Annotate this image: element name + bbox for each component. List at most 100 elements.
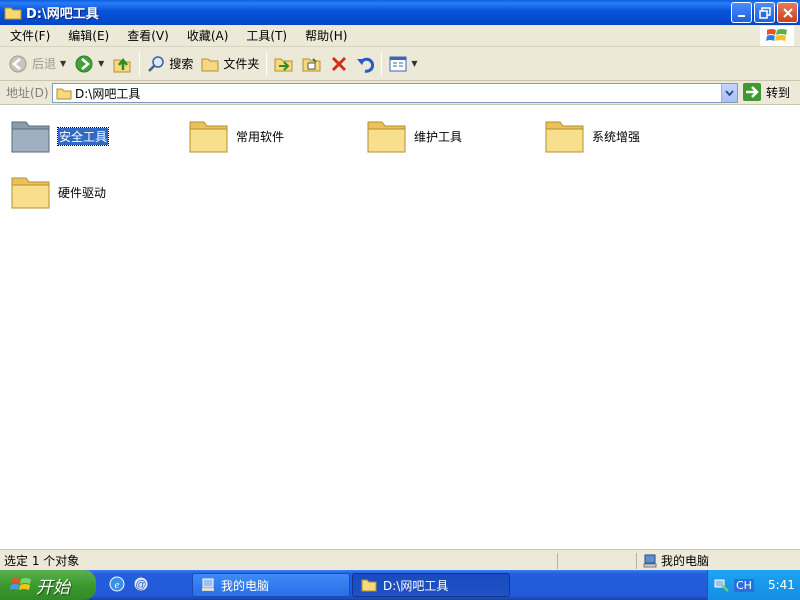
forward-arrow-icon bbox=[75, 55, 93, 72]
status-location: 我的电脑 bbox=[643, 552, 709, 569]
close-icon bbox=[782, 7, 793, 18]
menu-tools[interactable]: 工具(T) bbox=[237, 27, 296, 44]
folder-icon bbox=[11, 177, 50, 209]
start-button[interactable]: 开始 bbox=[0, 570, 96, 600]
maximize-button[interactable] bbox=[754, 2, 775, 23]
folder-icon bbox=[545, 121, 584, 153]
address-dropdown-button[interactable] bbox=[721, 84, 737, 102]
chevron-down-icon[interactable]: ▼ bbox=[411, 59, 417, 68]
folder-item[interactable]: 安全工具 bbox=[10, 116, 110, 156]
back-button[interactable]: 后退 ▼ bbox=[4, 50, 70, 78]
up-folder-icon bbox=[113, 57, 131, 72]
folder-label: 常用软件 bbox=[236, 129, 285, 144]
my-computer-icon bbox=[202, 578, 214, 591]
internet-explorer-icon: e bbox=[109, 576, 125, 592]
title-bar[interactable]: D:\网吧工具 bbox=[0, 0, 800, 25]
menu-view[interactable]: 查看(V) bbox=[118, 27, 178, 44]
menu-file[interactable]: 文件(F) bbox=[0, 27, 59, 44]
status-location-label: 我的电脑 bbox=[661, 554, 710, 568]
folder-icon bbox=[11, 121, 50, 153]
language-indicator[interactable]: CH bbox=[734, 578, 754, 592]
network-icon[interactable] bbox=[714, 577, 730, 593]
back-label: 后退 bbox=[32, 57, 57, 71]
folder-item[interactable]: 常用软件 bbox=[188, 116, 284, 156]
search-icon bbox=[148, 55, 165, 72]
taskbar-item-folder[interactable]: D:\网吧工具 bbox=[352, 573, 510, 597]
folder-label: 系统增强 bbox=[592, 129, 641, 144]
back-arrow-icon bbox=[9, 55, 27, 72]
system-tray: CH 5:41 bbox=[707, 570, 800, 600]
menu-edit[interactable]: 编辑(E) bbox=[59, 27, 118, 44]
folder-label: 安全工具 bbox=[56, 126, 110, 146]
copy-to-button[interactable] bbox=[298, 50, 326, 78]
close-button[interactable] bbox=[777, 2, 798, 23]
views-button[interactable]: ▼ bbox=[385, 50, 421, 78]
go-button[interactable]: 转到 bbox=[742, 82, 790, 102]
forward-button[interactable]: ▼ bbox=[70, 50, 108, 78]
quick-launch-outlook[interactable]: @ bbox=[132, 575, 150, 593]
delete-button[interactable] bbox=[326, 50, 352, 78]
address-label: 地址(D) bbox=[6, 86, 49, 100]
chevron-down-icon[interactable]: ▼ bbox=[98, 59, 104, 68]
clock[interactable]: 5:41 bbox=[768, 578, 795, 592]
delete-icon bbox=[332, 56, 347, 71]
folders-label: 文件夹 bbox=[223, 57, 260, 71]
undo-icon bbox=[357, 57, 375, 73]
toolbar-separator bbox=[139, 51, 141, 76]
status-divider bbox=[636, 553, 637, 569]
search-label: 搜索 bbox=[169, 57, 194, 71]
minimize-button[interactable] bbox=[731, 2, 752, 23]
taskbar-item-my-computer[interactable]: 我的电脑 bbox=[192, 573, 350, 597]
menu-help[interactable]: 帮助(H) bbox=[296, 27, 356, 44]
my-computer-icon bbox=[643, 554, 657, 567]
move-to-folder-icon bbox=[274, 58, 293, 71]
folder-label: 维护工具 bbox=[414, 129, 463, 144]
search-button[interactable]: 搜索 bbox=[143, 50, 197, 78]
address-value: D:\网吧工具 bbox=[75, 86, 141, 101]
menu-bar: 文件(F) 编辑(E) 查看(V) 收藏(A) 工具(T) 帮助(H) bbox=[0, 25, 800, 47]
folder-item[interactable]: 系统增强 bbox=[544, 116, 640, 156]
views-icon bbox=[389, 56, 407, 71]
folder-label: 硬件驱动 bbox=[58, 185, 107, 200]
go-arrow-icon bbox=[743, 83, 761, 101]
go-label: 转到 bbox=[766, 85, 791, 100]
address-input[interactable]: D:\网吧工具 bbox=[52, 83, 738, 103]
folder-icon bbox=[201, 58, 219, 71]
restore-icon bbox=[758, 6, 771, 19]
minimize-icon bbox=[737, 14, 745, 17]
windows-logo-icon bbox=[10, 578, 31, 590]
status-selection-text: 选定 1 个对象 bbox=[4, 553, 80, 568]
folder-icon bbox=[367, 121, 406, 153]
menu-favorites[interactable]: 收藏(A) bbox=[178, 27, 238, 44]
status-divider bbox=[557, 553, 558, 569]
address-bar: 地址(D) D:\网吧工具 转到 bbox=[0, 81, 800, 105]
taskbar-item-label: D:\网吧工具 bbox=[383, 578, 449, 593]
folder-item[interactable]: 维护工具 bbox=[366, 116, 462, 156]
svg-text:@: @ bbox=[135, 579, 146, 591]
status-bar: 选定 1 个对象 我的电脑 bbox=[0, 549, 800, 570]
folder-icon bbox=[189, 121, 228, 153]
quick-launch-ie[interactable]: e bbox=[108, 575, 126, 593]
toolbar: 后退 ▼ ▼ 搜索 文件夹 ▼ bbox=[0, 47, 800, 81]
folder-icon bbox=[361, 579, 377, 592]
chevron-down-icon bbox=[725, 90, 734, 96]
start-label: 开始 bbox=[36, 577, 70, 598]
taskbar: 开始 e @ 我的电脑 D:\网吧工具 CH 5:41 bbox=[0, 570, 800, 600]
window-title: D:\网吧工具 bbox=[26, 7, 99, 22]
folders-button[interactable]: 文件夹 bbox=[197, 50, 263, 78]
chevron-down-icon[interactable]: ▼ bbox=[60, 59, 66, 68]
move-to-button[interactable] bbox=[270, 50, 298, 78]
copy-to-folder-icon bbox=[302, 57, 321, 71]
toolbar-separator bbox=[266, 51, 268, 76]
folder-icon bbox=[4, 7, 22, 19]
taskbar-item-label: 我的电脑 bbox=[221, 578, 270, 593]
undo-button[interactable] bbox=[352, 50, 378, 78]
email-icon: @ bbox=[133, 576, 149, 592]
up-folder-button[interactable] bbox=[108, 50, 136, 78]
folder-view[interactable]: 安全工具 常用软件 维护工具 系统增强 硬件驱动 bbox=[0, 106, 800, 548]
folder-icon bbox=[56, 88, 72, 100]
folder-item[interactable]: 硬件驱动 bbox=[10, 172, 106, 212]
svg-text:e: e bbox=[115, 579, 120, 591]
toolbar-separator bbox=[381, 51, 383, 76]
windows-logo-icon bbox=[760, 26, 794, 46]
